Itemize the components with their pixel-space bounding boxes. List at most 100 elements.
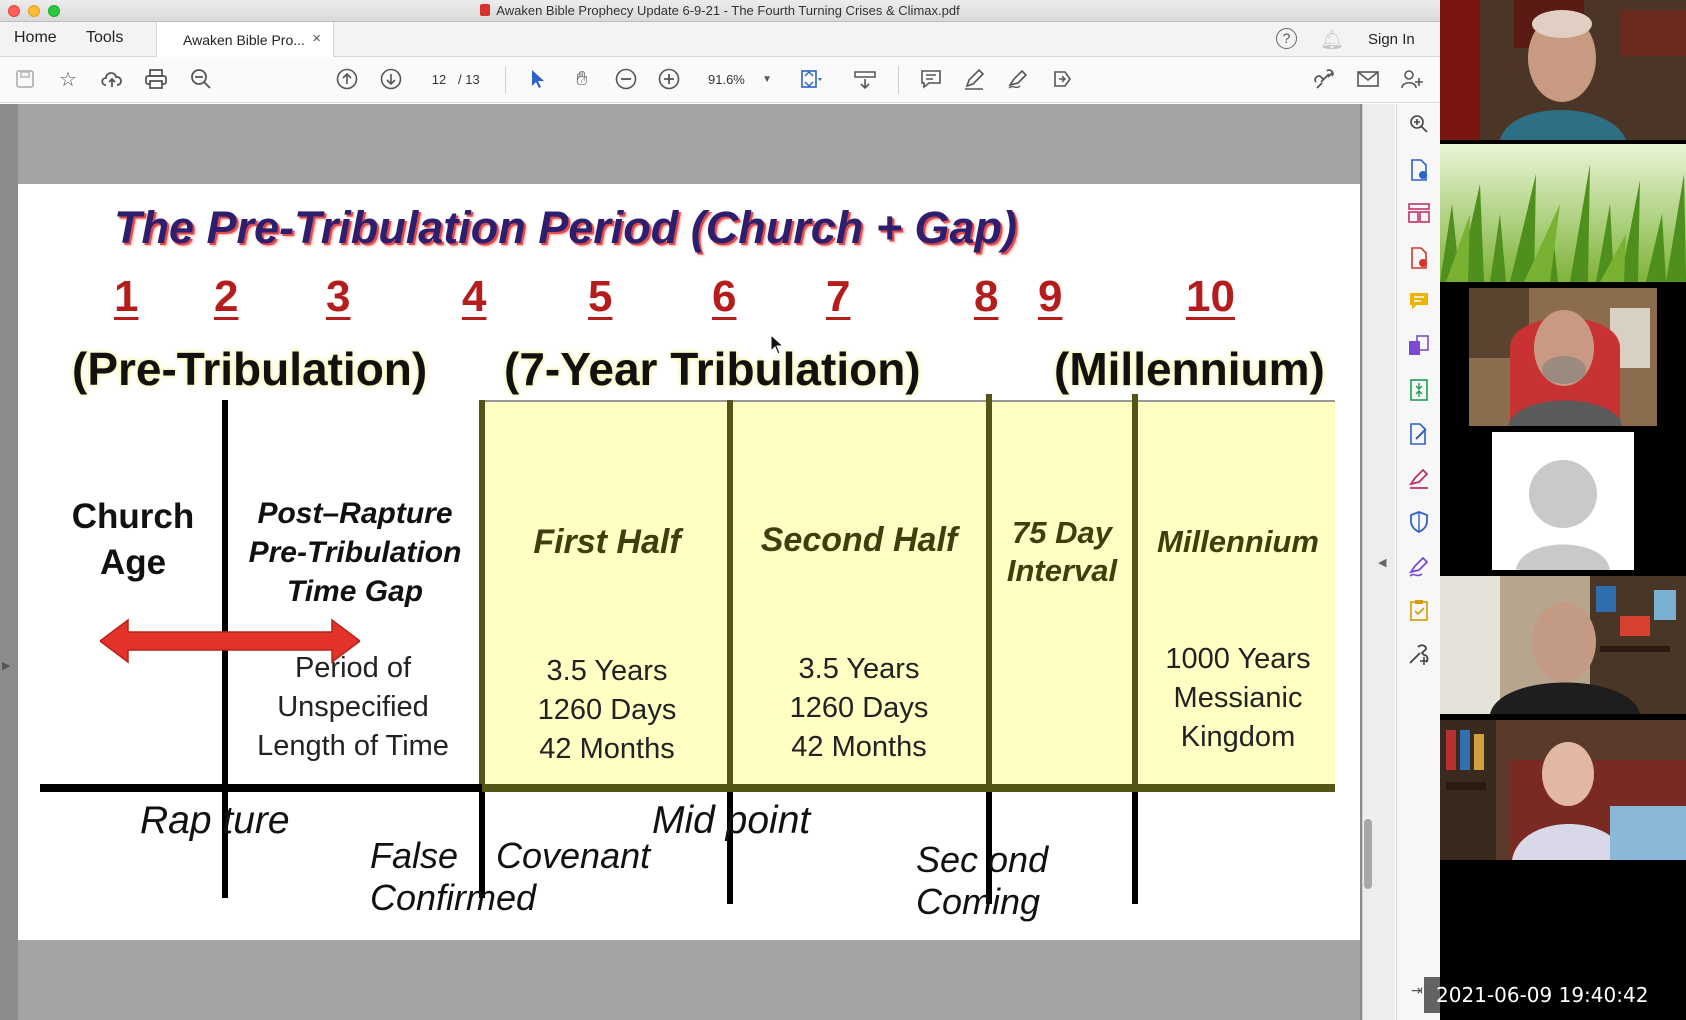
timeline-axis-band <box>482 784 1335 792</box>
participant-video-tile[interactable] <box>1440 432 1686 570</box>
fill-sign-icon[interactable] <box>1407 467 1431 491</box>
participant-video-speaker <box>1440 0 1686 140</box>
church-age-line: Church <box>71 497 195 536</box>
print-icon[interactable] <box>143 66 169 92</box>
zoom-out-icon[interactable] <box>613 66 639 92</box>
next-page-top <box>18 940 1360 1020</box>
share-icon[interactable] <box>1049 66 1075 92</box>
event-midpoint: Mid point <box>652 799 811 842</box>
millennium-heading: Millennium <box>1157 524 1319 559</box>
star-icon[interactable]: ☆ <box>55 66 81 92</box>
millennium-details: 1000 Years Messianic Kingdom <box>1140 640 1336 757</box>
event-rapture: Rap ture <box>140 799 290 842</box>
document-tab-label: Awaken Bible Pro... <box>183 32 305 48</box>
participant-video-tile[interactable] <box>1440 144 1686 282</box>
cloud-upload-icon[interactable] <box>99 66 125 92</box>
sign-in-button[interactable]: Sign In <box>1368 31 1415 48</box>
zoom-dropdown[interactable]: 91.6% ▼ <box>700 69 776 91</box>
highlight-pen-icon[interactable] <box>961 66 987 92</box>
timeline-number: 5 <box>588 272 613 321</box>
certificate-icon[interactable] <box>1407 599 1431 623</box>
period-label-pre-tribulation: (Pre-Tribulation) <box>72 343 428 395</box>
timeline-number: 2 <box>214 272 239 321</box>
help-icon[interactable]: ? <box>1276 28 1297 49</box>
slide-title: The Pre-Tribulation Period (Church + Gap… <box>114 202 1018 253</box>
tab-document[interactable]: Awaken Bible Pro... × <box>156 22 334 57</box>
page-total: / 13 <box>458 72 480 87</box>
first-half-line: 42 Months <box>539 733 675 765</box>
page-number-input[interactable]: 12 <box>424 69 454 91</box>
midpoint-divider <box>727 400 733 792</box>
millennium-line: Messianic <box>1173 682 1303 714</box>
select-cursor-icon[interactable] <box>525 66 551 92</box>
email-icon[interactable] <box>1355 66 1381 92</box>
first-half-heading: First Half <box>533 523 681 561</box>
collapse-tools-icon[interactable]: ⇥ <box>1411 982 1423 999</box>
zoom-in-icon[interactable] <box>656 66 682 92</box>
tab-home[interactable]: Home <box>14 29 57 47</box>
export-pdf-icon[interactable] <box>1407 159 1431 183</box>
second-half-line: 3.5 Years <box>798 653 920 685</box>
comment-icon[interactable] <box>918 66 944 92</box>
participant-video-man-couch <box>1440 720 1686 860</box>
send-sign-icon[interactable] <box>1407 555 1431 579</box>
first-half-line: 1260 Days <box>537 694 677 726</box>
edit-pdf-icon[interactable] <box>1407 423 1431 447</box>
avatar-placeholder-icon <box>1492 432 1634 570</box>
interval-heading: 75 Day Interval <box>994 514 1130 590</box>
participant-video-tile[interactable] <box>1440 288 1686 426</box>
notification-bell-icon[interactable]: 🔔︎ <box>1320 28 1344 52</box>
participant-video-tile[interactable] <box>1440 720 1686 860</box>
close-tab-icon[interactable]: × <box>312 30 321 47</box>
create-pdf-icon[interactable] <box>1407 247 1431 271</box>
window-title: Awaken Bible Prophecy Update 6-9-21 - Th… <box>0 3 1440 18</box>
window-title-text: Awaken Bible Prophecy Update 6-9-21 - Th… <box>496 3 960 18</box>
hand-icon[interactable]: ✋︎ <box>569 66 595 92</box>
video-gallery <box>1440 0 1686 1020</box>
timeline-number: 8 <box>974 272 999 321</box>
title-bar: Awaken Bible Prophecy Update 6-9-21 - Th… <box>0 0 1440 22</box>
tools-pane: ⇥ <box>1396 104 1440 1020</box>
toolbar-divider <box>898 66 899 94</box>
page-down-icon[interactable] <box>378 66 404 92</box>
link-icon[interactable] <box>1312 66 1338 92</box>
timeline-number: 4 <box>462 272 487 321</box>
zoom-icon[interactable] <box>1407 114 1431 138</box>
event-confirmed: Confirmed <box>370 877 537 918</box>
fit-page-icon[interactable] <box>798 66 824 92</box>
gap-description-line: Unspecified <box>277 691 429 723</box>
grass-background-image <box>1440 144 1686 282</box>
organize-pages-icon[interactable] <box>1407 203 1431 227</box>
interval-heading-line: 75 Day <box>1012 515 1112 550</box>
timeline-number: 7 <box>826 272 851 321</box>
participant-video-tile[interactable] <box>1440 576 1686 714</box>
event-false: False <box>370 835 459 876</box>
gap-description-line: Period of <box>294 652 412 684</box>
gap-heading-line: Pre-Tribulation <box>248 536 462 569</box>
timeline-number: 3 <box>326 272 351 321</box>
page-up-icon[interactable] <box>334 66 360 92</box>
save-icon[interactable] <box>12 66 38 92</box>
recording-timestamp: 2021-06-09 19:40:42 <box>1424 977 1686 1013</box>
combine-icon[interactable] <box>1407 335 1431 359</box>
participant-video-tile[interactable] <box>1440 0 1686 140</box>
sign-icon[interactable] <box>1005 66 1031 92</box>
document-viewport[interactable]: ▶ The Pre-Tribulation Period (Church + G… <box>0 104 1395 1020</box>
timeline-number: 1 <box>114 272 139 321</box>
protect-icon[interactable] <box>1407 511 1431 535</box>
more-tools-icon[interactable] <box>1407 643 1431 667</box>
scroll-mode-icon[interactable] <box>852 66 878 92</box>
tab-tools[interactable]: Tools <box>86 29 123 47</box>
second-half-details: 3.5 Years 1260 Days 42 Months <box>734 650 984 767</box>
first-half-line: 3.5 Years <box>546 655 668 687</box>
add-user-icon[interactable] <box>1399 66 1425 92</box>
second-coming-divider <box>986 394 992 792</box>
scrollbar-thumb[interactable] <box>1364 819 1372 889</box>
compress-icon[interactable] <box>1407 379 1431 403</box>
collapse-pane-icon[interactable]: ◀ <box>1378 556 1386 569</box>
zoom-out-search-icon[interactable] <box>188 66 214 92</box>
millennium-divider <box>1132 394 1138 792</box>
pdf-app-window: Awaken Bible Prophecy Update 6-9-21 - Th… <box>0 0 1440 1020</box>
comment-icon[interactable] <box>1407 291 1431 315</box>
left-pane-toggle-icon[interactable]: ▶ <box>2 659 10 672</box>
